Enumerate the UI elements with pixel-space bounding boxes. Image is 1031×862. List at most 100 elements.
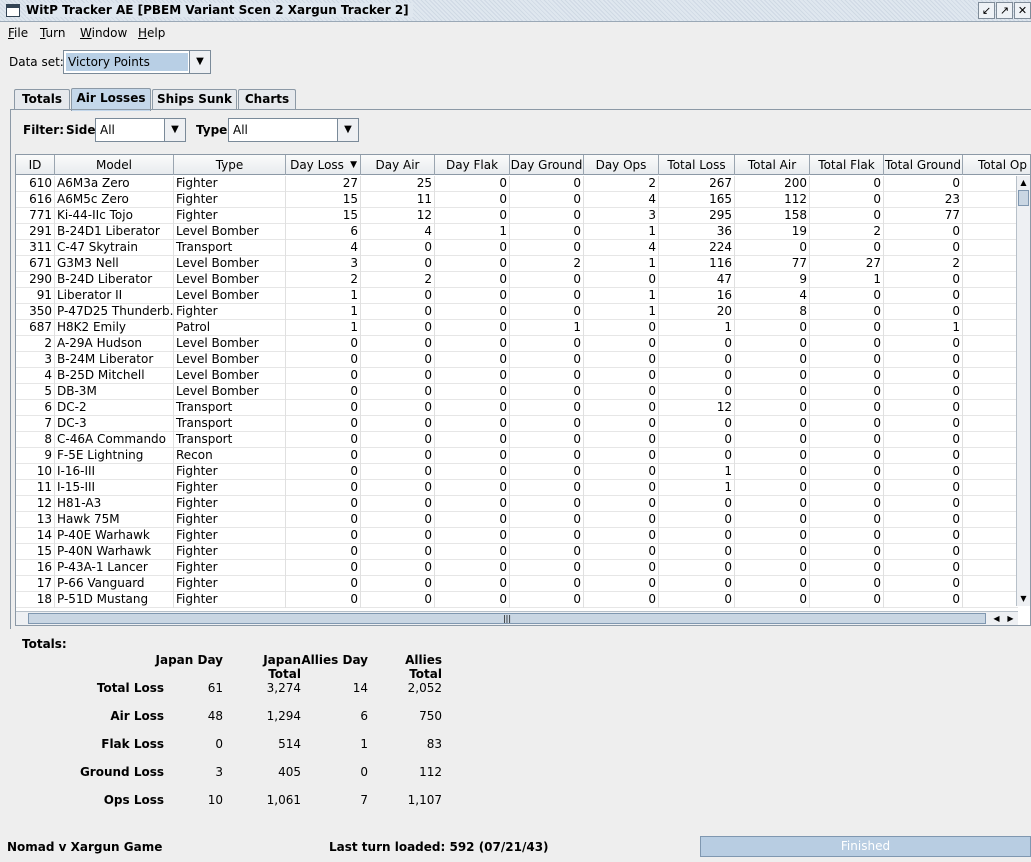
totals-row-label: Ops Loss xyxy=(103,793,164,807)
table-row[interactable]: 11 I-15-III Fighter 0 0 0 0 0 1 0 0 0 xyxy=(16,480,1018,496)
table-row[interactable]: 350 P-47D25 Thunderb... Fighter 1 0 0 0 1 20 8 0 0 xyxy=(16,304,1018,320)
menu-turn[interactable]: Turn xyxy=(40,26,65,40)
column-header-total-air[interactable]: Total Air xyxy=(735,155,810,175)
column-header-day-flak[interactable]: Day Flak xyxy=(435,155,510,175)
column-header-total-flak[interactable]: Total Flak xyxy=(810,155,884,175)
minimize-icon[interactable]: ↙ xyxy=(978,2,995,19)
table-row[interactable]: 15 P-40N Warhawk Fighter 0 0 0 0 0 0 0 0 0 xyxy=(16,544,1018,560)
side-select[interactable]: All ▼ xyxy=(95,118,186,142)
scroll-thumb[interactable] xyxy=(1018,190,1029,206)
column-header-day-air[interactable]: Day Air xyxy=(361,155,435,175)
column-header-id[interactable]: ID xyxy=(16,155,55,175)
tab-ships-sunk[interactable]: Ships Sunk xyxy=(152,89,237,110)
column-header-total-op[interactable]: Total Op xyxy=(963,155,1030,175)
cell-day-ops: 0 xyxy=(584,368,659,384)
horizontal-scrollbar[interactable]: ||| ◀ ▶ xyxy=(16,611,1018,625)
column-header-type[interactable]: Type xyxy=(174,155,286,175)
cell-day-ground: 0 xyxy=(510,336,584,352)
maximize-icon[interactable]: ↗ xyxy=(996,2,1013,19)
table-row[interactable]: 290 B-24D Liberator Level Bomber 2 2 0 0 0 47 9 1 0 xyxy=(16,272,1018,288)
table-row[interactable]: 5 DB-3M Level Bomber 0 0 0 0 0 0 0 0 0 xyxy=(16,384,1018,400)
cell-id: 14 xyxy=(16,528,55,544)
table-row[interactable]: 10 I-16-III Fighter 0 0 0 0 0 1 0 0 0 xyxy=(16,464,1018,480)
cell-day-ops: 0 xyxy=(584,592,659,608)
scroll-up-icon[interactable]: ▲ xyxy=(1017,176,1030,190)
cell-total-loss: 0 xyxy=(659,384,735,400)
table-row[interactable]: 3 B-24M Liberator Level Bomber 0 0 0 0 0 0 0 0 0 xyxy=(16,352,1018,368)
menu-window[interactable]: Window xyxy=(80,26,127,40)
table-row[interactable]: 616 A6M5c Zero Fighter 15 11 0 0 4 165 112 0 23 xyxy=(16,192,1018,208)
table-row[interactable]: 7 DC-3 Transport 0 0 0 0 0 0 0 0 0 xyxy=(16,416,1018,432)
table-row[interactable]: 671 G3M3 Nell Level Bomber 3 0 0 2 1 116 77 27 2 xyxy=(16,256,1018,272)
menu-help[interactable]: Help xyxy=(138,26,165,40)
column-header-day-ground[interactable]: Day Ground xyxy=(510,155,584,175)
chevron-down-icon[interactable]: ▼ xyxy=(164,119,185,141)
column-header-model[interactable]: Model xyxy=(55,155,174,175)
cell-total-ground: 0 xyxy=(884,560,963,576)
cell-total-air: 200 xyxy=(735,176,810,192)
menu-file[interactable]: File xyxy=(8,26,28,40)
hscroll-thumb[interactable]: ||| xyxy=(28,613,986,624)
cell-day-ground: 0 xyxy=(510,576,584,592)
cell-total-ground: 0 xyxy=(884,368,963,384)
cell-total-loss: 0 xyxy=(659,576,735,592)
chevron-down-icon[interactable]: ▼ xyxy=(337,119,358,141)
cell-day-air: 11 xyxy=(361,192,435,208)
cell-day-ground: 0 xyxy=(510,464,584,480)
cell-total-loss: 165 xyxy=(659,192,735,208)
table-row[interactable]: 610 A6M3a Zero Fighter 27 25 0 0 2 267 200 0 0 xyxy=(16,176,1018,192)
cell-type: Fighter xyxy=(174,304,286,320)
type-select[interactable]: All ▼ xyxy=(228,118,359,142)
table-row[interactable]: 6 DC-2 Transport 0 0 0 0 0 12 0 0 0 xyxy=(16,400,1018,416)
cell-day-ground: 0 xyxy=(510,352,584,368)
cell-day-air: 0 xyxy=(361,352,435,368)
table-row[interactable]: 14 P-40E Warhawk Fighter 0 0 0 0 0 0 0 0 0 xyxy=(16,528,1018,544)
cell-model: A6M5c Zero xyxy=(55,192,174,208)
table-row[interactable]: 91 Liberator II Level Bomber 1 0 0 0 1 16 4 0 0 xyxy=(16,288,1018,304)
cell-day-air: 0 xyxy=(361,240,435,256)
table-row[interactable]: 291 B-24D1 Liberator Level Bomber 6 4 1 0 1 36 19… xyxy=(16,224,1018,240)
cell-day-loss: 0 xyxy=(286,576,361,592)
table-row[interactable]: 12 H81-A3 Fighter 0 0 0 0 0 0 0 0 0 xyxy=(16,496,1018,512)
status-bar: Nomad v Xargun Game Last turn loaded: 59… xyxy=(0,836,1031,862)
table-row[interactable]: 311 C-47 Skytrain Transport 4 0 0 0 4 224 0 0 0 xyxy=(16,240,1018,256)
tab-totals[interactable]: Totals xyxy=(14,89,70,110)
cell-model: P-47D25 Thunderb... xyxy=(57,304,174,320)
tab-charts[interactable]: Charts xyxy=(238,89,296,110)
table-row[interactable]: 2 A-29A Hudson Level Bomber 0 0 0 0 0 0 0 0 0 xyxy=(16,336,1018,352)
close-icon[interactable]: ✕ xyxy=(1014,2,1031,19)
totals-value: 83 xyxy=(426,737,442,751)
scroll-down-icon[interactable]: ▼ xyxy=(1017,592,1030,606)
cell-total-ground: 0 xyxy=(884,352,963,368)
cell-total-air: 0 xyxy=(735,384,810,400)
table-row[interactable]: 9 F-5E Lightning Recon 0 0 0 0 0 0 0 0 0 xyxy=(16,448,1018,464)
cell-type: Fighter xyxy=(174,560,286,576)
cell-total-flak: 0 xyxy=(810,592,884,608)
cell-day-ops: 0 xyxy=(584,528,659,544)
cell-total-air: 0 xyxy=(735,464,810,480)
totals-row-label: Ground Loss xyxy=(79,765,164,779)
scroll-right-icon[interactable]: ▶ xyxy=(1004,612,1017,625)
totals-header-allies-day: Allies Day xyxy=(301,653,368,667)
table-row[interactable]: 16 P-43A-1 Lancer Fighter 0 0 0 0 0 0 0 0 0 xyxy=(16,560,1018,576)
scroll-left-icon[interactable]: ◀ xyxy=(990,612,1003,625)
column-header-day-ops[interactable]: Day Ops xyxy=(584,155,659,175)
column-header-total-ground[interactable]: Total Ground xyxy=(884,155,963,175)
chevron-down-icon[interactable]: ▼ xyxy=(189,51,210,73)
cell-day-ops: 0 xyxy=(584,320,659,336)
column-header-total-loss[interactable]: Total Loss xyxy=(659,155,735,175)
table-row[interactable]: 4 B-25D Mitchell Level Bomber 0 0 0 0 0 0 0 0 0 xyxy=(16,368,1018,384)
column-header-day-loss[interactable]: Day Loss ▼ xyxy=(286,155,361,175)
table-row[interactable]: 18 P-51D Mustang Fighter 0 0 0 0 0 0 0 0 0 xyxy=(16,592,1018,608)
table-row[interactable]: 771 Ki-44-IIc Tojo Fighter 15 12 0 0 3 295 158 0 77 xyxy=(16,208,1018,224)
table-row[interactable]: 687 H8K2 Emily Patrol 1 0 0 1 0 1 0 0 1 xyxy=(16,320,1018,336)
cell-total-ground: 0 xyxy=(884,272,963,288)
table-row[interactable]: 8 C-46A Commando Transport 0 0 0 0 0 0 0 0 0 xyxy=(16,432,1018,448)
dataset-select[interactable]: Victory Points ▼ xyxy=(63,50,211,74)
table-row[interactable]: 13 Hawk 75M Fighter 0 0 0 0 0 0 0 0 0 xyxy=(16,512,1018,528)
tab-air-losses[interactable]: Air Losses xyxy=(71,88,151,111)
cell-day-air: 0 xyxy=(361,576,435,592)
cell-total-air: 0 xyxy=(735,400,810,416)
vertical-scrollbar[interactable]: ▲ ▼ xyxy=(1016,176,1030,606)
table-row[interactable]: 17 P-66 Vanguard Fighter 0 0 0 0 0 0 0 0 0 xyxy=(16,576,1018,592)
